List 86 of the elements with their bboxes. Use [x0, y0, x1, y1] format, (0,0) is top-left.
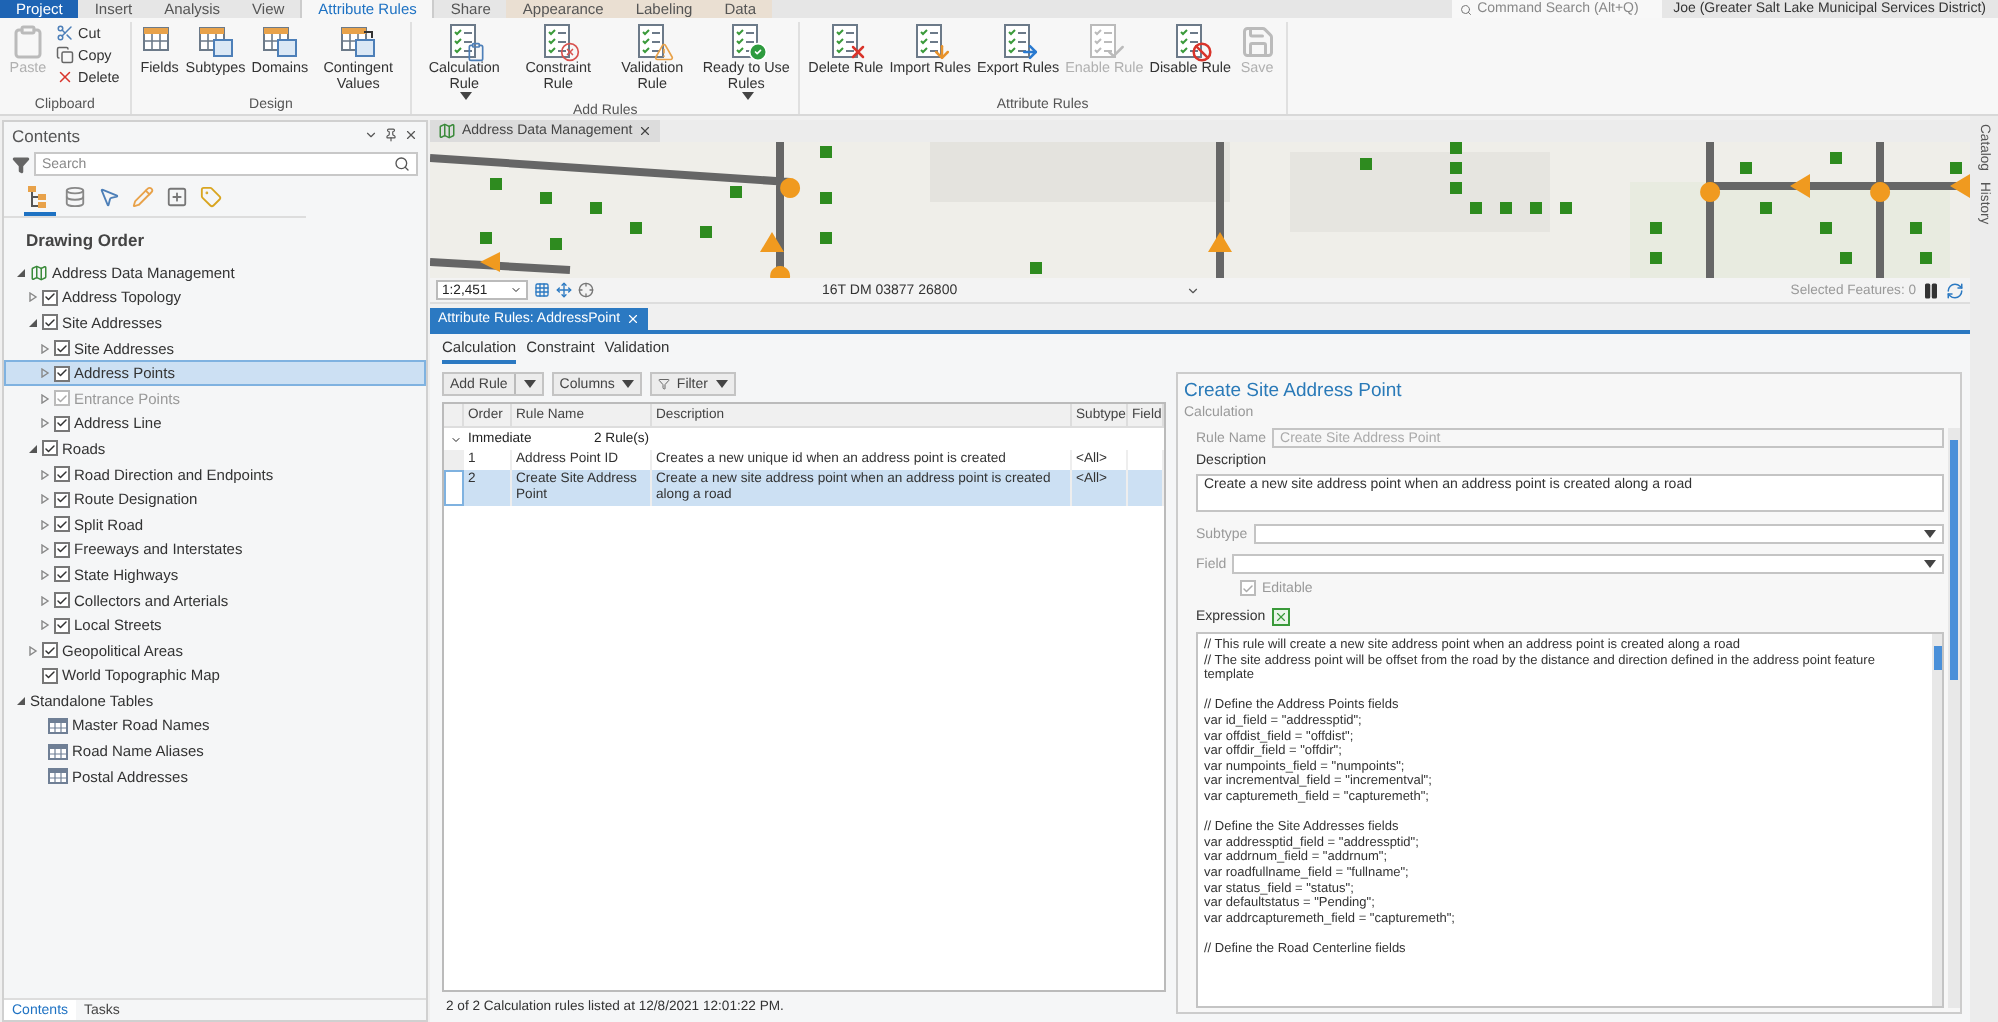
caret-icon [510, 284, 522, 296]
checklist-icon [1000, 24, 1037, 60]
checkbox[interactable] [54, 566, 70, 583]
caret-icon [741, 92, 754, 100]
expander-icon[interactable] [28, 443, 38, 454]
checkbox[interactable] [42, 642, 58, 659]
move-icon[interactable] [556, 282, 572, 298]
crosshair-icon[interactable] [578, 282, 594, 298]
clipboard-icon [10, 24, 46, 60]
table-icon [340, 24, 377, 60]
save-icon [1239, 24, 1276, 60]
refresh-icon[interactable] [1946, 281, 1964, 299]
pause-icon[interactable] [1922, 281, 1940, 299]
checkbox[interactable] [54, 415, 70, 432]
close-icon [56, 68, 74, 86]
checklist-icon [728, 24, 765, 60]
table-icon [197, 24, 234, 60]
expander-icon[interactable] [28, 317, 38, 328]
field-dropdown[interactable] [1232, 554, 1944, 574]
close-icon[interactable] [404, 128, 418, 142]
expander-icon[interactable] [40, 343, 50, 354]
filter-icon[interactable] [12, 155, 30, 173]
copy-icon [56, 46, 74, 64]
caret-icon [1924, 530, 1936, 538]
map-icon [438, 122, 456, 140]
rule-title: Create Site Address Point [1184, 380, 1404, 402]
checkbox[interactable] [54, 340, 70, 357]
checklist-icon [446, 24, 483, 60]
checklist-icon [912, 24, 949, 60]
expander-icon[interactable] [40, 418, 50, 429]
expander-icon[interactable] [28, 645, 38, 656]
checkbox[interactable] [54, 491, 70, 508]
caret-icon[interactable] [1185, 283, 1200, 297]
checkbox[interactable] [54, 466, 70, 483]
checkbox[interactable] [54, 541, 70, 558]
checklist-icon [1172, 24, 1209, 60]
expander-icon[interactable] [40, 519, 50, 530]
table-icon [48, 743, 68, 760]
table-icon [48, 768, 68, 785]
caret-icon[interactable] [364, 128, 378, 142]
expander-icon[interactable] [40, 494, 50, 505]
expander-icon[interactable] [40, 620, 50, 631]
pane-title: Contents [12, 125, 83, 145]
grid-icon[interactable] [534, 282, 550, 298]
checkbox[interactable] [42, 314, 58, 331]
expander-icon[interactable] [16, 267, 26, 278]
expander-icon[interactable] [40, 393, 50, 404]
expander-icon[interactable] [40, 544, 50, 555]
section-heading: Drawing Order [24, 228, 147, 254]
expression-builder-icon[interactable] [1271, 608, 1290, 626]
checklist-icon [1086, 24, 1123, 60]
checkbox[interactable] [54, 390, 70, 407]
expression-editor[interactable] [1196, 632, 1944, 1008]
caret-icon [1924, 560, 1936, 568]
pin-icon[interactable] [384, 128, 398, 142]
search-icon [1459, 3, 1472, 15]
caret-icon [459, 92, 472, 100]
caret-icon [715, 380, 728, 388]
expander-icon[interactable] [40, 469, 50, 480]
scissors-icon [56, 24, 74, 42]
chevron-icon[interactable] [450, 433, 462, 445]
caret-icon [523, 380, 536, 388]
checkbox[interactable] [42, 667, 58, 684]
checkbox[interactable] [54, 617, 70, 634]
checkbox[interactable] [54, 365, 70, 382]
scrollbar[interactable] [1948, 428, 1960, 1008]
checklist-icon [540, 24, 577, 60]
expander-icon[interactable] [40, 569, 50, 580]
caret-icon [622, 380, 635, 388]
search-icon[interactable] [394, 156, 410, 172]
checklist-icon [634, 24, 671, 60]
map-icon [30, 263, 48, 282]
expander-icon[interactable] [16, 695, 26, 706]
checklist-icon [827, 24, 864, 60]
close-icon[interactable] [638, 124, 653, 138]
expander-icon[interactable] [40, 595, 50, 606]
table-icon [48, 717, 68, 734]
table-icon [261, 24, 298, 60]
checkbox[interactable] [42, 289, 58, 306]
expander-icon[interactable] [28, 292, 38, 303]
layer-list-icon[interactable] [24, 184, 56, 216]
scrollbar[interactable] [1932, 634, 1942, 1006]
checkbox[interactable] [54, 592, 70, 609]
checkbox[interactable] [54, 516, 70, 533]
checkbox[interactable] [42, 440, 58, 457]
filter-icon [658, 378, 671, 390]
